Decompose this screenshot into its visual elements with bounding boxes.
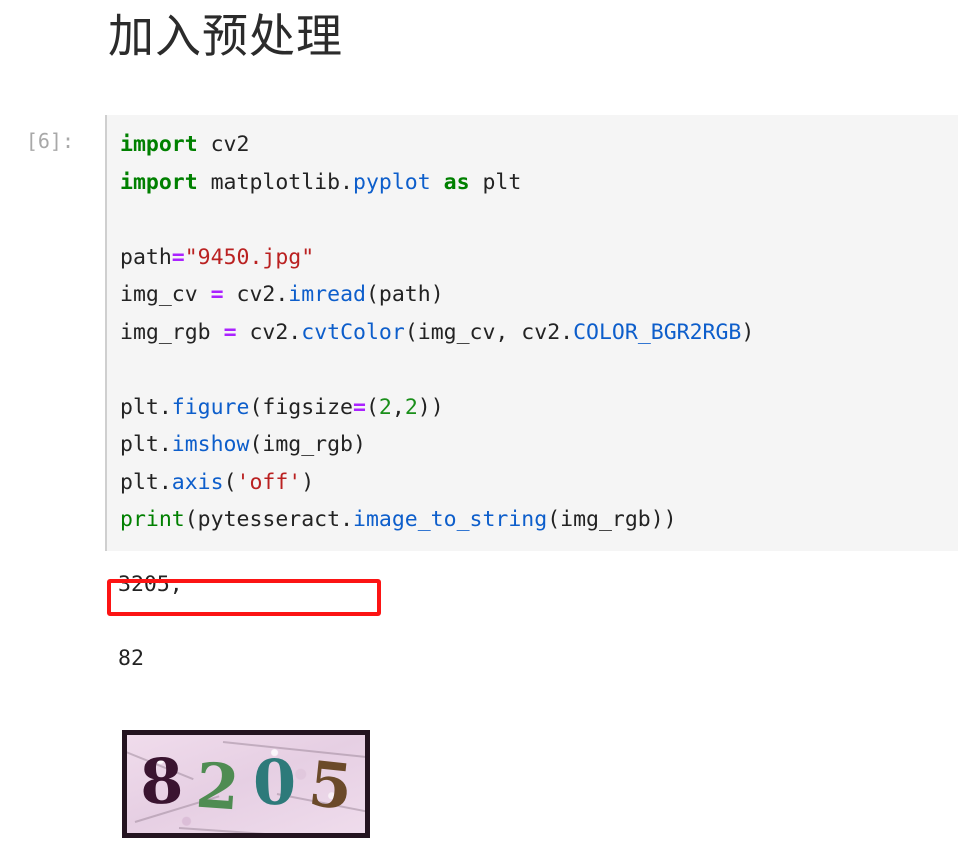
code-token: = xyxy=(210,282,224,307)
code-token: cv2. xyxy=(223,282,289,307)
code-line: img_rgb = cv2.cvtColor(img_cv, cv2.COLOR… xyxy=(120,314,754,352)
code-token: pyplot xyxy=(353,169,431,195)
code-token: = xyxy=(171,244,185,270)
code-token: (figsize xyxy=(249,394,354,420)
code-cell[interactable]: import cv2 import matplotlib.pyplot as pl… xyxy=(105,115,958,551)
code-token: matplotlib. xyxy=(197,169,354,195)
code-token: (img_cv, cv2. xyxy=(404,319,574,345)
code-token: print xyxy=(120,507,185,532)
code-line: plt.imshow(img_rgb) xyxy=(120,426,754,464)
captcha-char: 0 xyxy=(251,745,297,820)
code-line: print(pytesseract.image_to_string(img_rg… xyxy=(120,501,754,539)
notebook-input-area: [6]: import cv2 import matplotlib.pyplot … xyxy=(0,115,958,616)
code-token: plt. xyxy=(120,432,172,457)
code-token: ) xyxy=(741,319,755,345)
code-token: import xyxy=(120,169,198,195)
code-token: axis xyxy=(171,469,224,495)
code-token: imread xyxy=(288,282,366,307)
code-token: "9450.jpg" xyxy=(184,244,315,270)
code-token: plt. xyxy=(120,394,172,420)
code-token: image_to_string xyxy=(353,507,548,532)
code-line-highlighted: plt.axis('off') xyxy=(120,464,754,502)
code-token: )) xyxy=(417,394,444,420)
code-token: import xyxy=(120,132,198,157)
code-token: as xyxy=(443,169,470,195)
code-token: (img_rgb) xyxy=(249,432,366,457)
code-token: imshow xyxy=(171,432,250,457)
code-token: path xyxy=(120,244,172,270)
code-token: plt xyxy=(469,169,522,195)
code-token: = xyxy=(353,394,366,420)
code-token: , xyxy=(391,394,405,420)
code-line: img_cv = cv2.imread(path) xyxy=(120,276,754,314)
code-token: ( xyxy=(223,469,237,495)
code-line: path="9450.jpg" xyxy=(120,239,754,277)
code-editor[interactable]: import cv2 import matplotlib.pyplot as pl… xyxy=(120,126,754,539)
code-token: cv2. xyxy=(236,319,302,345)
code-token: cv2 xyxy=(197,132,250,157)
code-token: = xyxy=(223,319,237,345)
stdout-output: 3205, 82 xyxy=(118,566,183,677)
code-token: 2 xyxy=(404,394,418,420)
stdout-line xyxy=(118,603,183,640)
code-token: (img_rgb)) xyxy=(547,507,677,532)
code-token: (pytesseract. xyxy=(184,507,354,532)
code-token: (path) xyxy=(365,282,444,307)
code-line: plt.figure(figsize=(2,2)) xyxy=(120,389,754,427)
stdout-line: 82 xyxy=(118,646,144,671)
code-token: img_cv xyxy=(120,282,211,307)
code-token: 'off' xyxy=(236,469,302,495)
output-captcha-image: 8205 xyxy=(122,730,370,838)
captcha-char: 5 xyxy=(305,746,356,825)
code-token: 2 xyxy=(378,394,392,420)
code-token: ) xyxy=(301,469,315,495)
execution-count-prompt: [6]: xyxy=(25,129,74,153)
code-line: import cv2 xyxy=(120,126,754,164)
captcha-char: 2 xyxy=(193,748,242,825)
code-token: cvtColor xyxy=(301,319,405,345)
stdout-line: 3205, xyxy=(118,572,183,597)
code-token: img_rgb xyxy=(120,319,224,345)
code-token: ( xyxy=(365,394,379,420)
code-token: figure xyxy=(171,394,250,420)
code-token: COLOR_BGR2RGB xyxy=(573,319,742,345)
captcha-characters: 8205 xyxy=(127,735,365,833)
captcha-char: 8 xyxy=(138,744,185,819)
page-title: 加入预处理 xyxy=(108,10,343,62)
code-token: plt. xyxy=(120,469,172,495)
code-line: import matplotlib.pyplot as plt xyxy=(120,164,754,202)
